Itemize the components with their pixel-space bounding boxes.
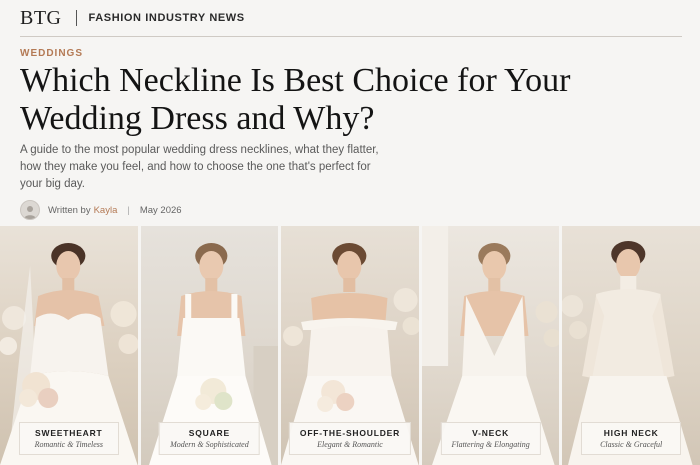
- gallery-card-off-the-shoulder[interactable]: OFF-THE-SHOULDER Elegant & Romantic: [281, 226, 419, 465]
- byline: Written by Kayla | May 2026: [20, 200, 182, 220]
- neckline-label: OFF-THE-SHOULDER Elegant & Romantic: [288, 422, 412, 455]
- header-divider: [75, 10, 77, 26]
- article-category[interactable]: WEDDINGS: [20, 48, 83, 59]
- gallery-card-v-neck[interactable]: V-NECK Flattering & Elongating: [421, 226, 560, 465]
- neckline-subtitle: Classic & Graceful: [600, 440, 663, 449]
- neckline-name: V-NECK: [472, 428, 510, 438]
- publish-date: May 2026: [139, 204, 182, 216]
- gallery-card-sweetheart[interactable]: SWEETHEART Romantic & Timeless: [0, 226, 138, 465]
- neckline-subtitle: Flattering & Elongating: [451, 440, 530, 449]
- neckline-label: SQUARE Modern & Sophisticated: [159, 422, 260, 455]
- neckline-name: HIGH NECK: [603, 428, 659, 438]
- byline-prefix: Written by: [48, 204, 91, 216]
- neckline-name: SWEETHEART: [35, 428, 103, 438]
- neckline-label: HIGH NECK Classic & Graceful: [581, 422, 682, 455]
- neckline-label: V-NECK Flattering & Elongating: [440, 422, 541, 455]
- site-logo[interactable]: BTG: [20, 7, 62, 30]
- neckline-subtitle: Modern & Sophisticated: [170, 440, 249, 449]
- user-avatar-icon: [20, 200, 40, 220]
- gallery-card-square[interactable]: SQUARE Modern & Sophisticated: [140, 226, 279, 465]
- neckline-subtitle: Elegant & Romantic: [317, 440, 383, 449]
- neckline-subtitle: Romantic & Timeless: [34, 440, 104, 449]
- neckline-gallery: SWEETHEART Romantic & Timeless SQUARE Mo…: [0, 226, 700, 465]
- neckline-label: SWEETHEART Romantic & Timeless: [18, 422, 119, 455]
- byline-separator: |: [127, 204, 130, 216]
- neckline-name: OFF-THE-SHOULDER: [299, 428, 401, 438]
- gallery-card-high-neck[interactable]: HIGH NECK Classic & Graceful: [562, 226, 700, 465]
- site-header: BTG FASHION INDUSTRY NEWS: [20, 0, 682, 37]
- article-dek: A guide to the most popular wedding dres…: [20, 144, 379, 190]
- section-title[interactable]: FASHION INDUSTRY NEWS: [89, 12, 245, 24]
- author-link[interactable]: Kayla: [94, 205, 118, 216]
- neckline-name: SQUARE: [188, 428, 230, 438]
- article-title: Which Neckline Is Best Choice for Your W…: [20, 62, 571, 137]
